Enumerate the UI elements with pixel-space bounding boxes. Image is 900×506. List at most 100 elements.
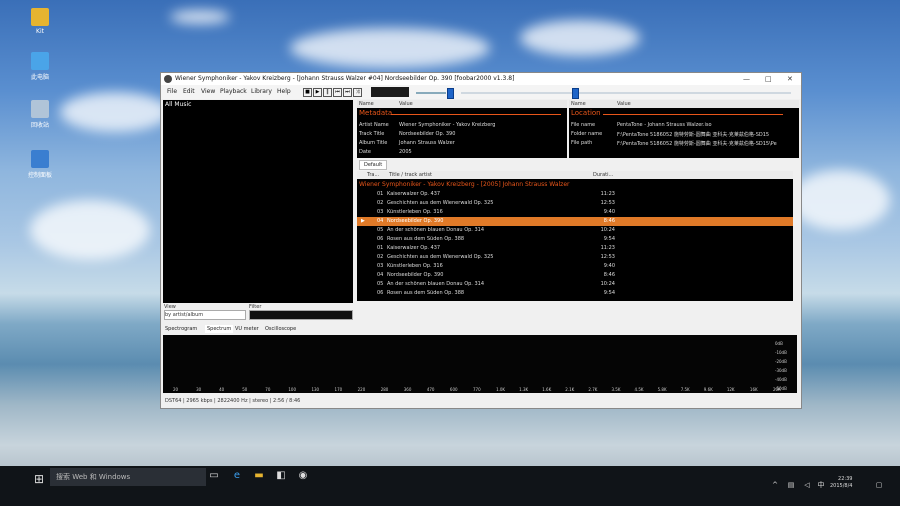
- playlist-row[interactable]: 06 Rosen aus dem Süden Op. 388 9:54: [357, 289, 793, 298]
- store-icon[interactable]: ◧: [274, 469, 288, 483]
- meta-value: 2005: [399, 149, 412, 155]
- tab-spectrogram[interactable]: Spectrogram: [165, 325, 197, 333]
- clock-date: 2015/8/4: [830, 483, 853, 489]
- desktop-icon-this-pc[interactable]: 此电脑: [24, 52, 56, 81]
- row-title: Nordseebilder Op. 390: [387, 272, 444, 278]
- frequency-tick: 7.5K: [680, 387, 690, 392]
- col-track-number[interactable]: Tra...: [367, 171, 379, 179]
- notification-icon[interactable]: ▢: [872, 478, 886, 492]
- tab-vu-meter[interactable]: VU meter: [235, 325, 259, 333]
- desktop-icon-label: 回收站: [30, 122, 49, 129]
- row-duration: 9:40: [603, 209, 615, 215]
- now-playing-icon: ▶: [361, 218, 365, 224]
- foobar2000-taskbar-icon[interactable]: ◉: [296, 469, 310, 483]
- previous-icon[interactable]: ⏮: [333, 88, 342, 97]
- row-num: 02: [377, 200, 384, 206]
- playlist-row[interactable]: 01 Kaiserwalzer Op. 437 11:23: [357, 244, 793, 253]
- row-title: Kaiserwalzer Op. 437: [387, 245, 441, 251]
- file-explorer-icon[interactable]: ▬: [252, 469, 266, 483]
- network-icon[interactable]: ▤: [784, 478, 798, 492]
- taskbar-search-box[interactable]: 搜索 Web 和 Windows: [50, 468, 206, 486]
- col-title[interactable]: Title / track artist: [389, 171, 432, 179]
- tab-spectrum[interactable]: Spectrum: [205, 325, 234, 333]
- row-num: 03: [377, 263, 384, 269]
- pause-icon[interactable]: ‖: [323, 88, 332, 97]
- maximize-button[interactable]: □: [765, 73, 772, 85]
- row-duration: 12:53: [600, 200, 615, 206]
- task-view-icon[interactable]: ▭: [207, 469, 221, 483]
- tab-default-playlist[interactable]: Default: [359, 160, 388, 170]
- playlist-view[interactable]: Tra... Title / track artist Durati... Wi…: [357, 171, 793, 301]
- desktop-icon-recycle-bin[interactable]: 回收站: [24, 100, 56, 129]
- desktop-icon-label: 控制面板: [27, 172, 52, 179]
- playlist-row[interactable]: 03 Künstlerleben Op. 316 9:40: [357, 208, 793, 217]
- tab-oscilloscope[interactable]: Oscilloscope: [265, 325, 296, 333]
- play-icon[interactable]: ▶: [313, 88, 322, 97]
- windows-start-icon[interactable]: ⊞: [34, 472, 44, 486]
- col-name: Name: [359, 101, 374, 107]
- row-title: Nordseebilder Op. 390: [387, 218, 444, 224]
- desktop-icon-kit[interactable]: Kit: [24, 8, 56, 35]
- row-title: An der schönen blauen Donau Op. 314: [387, 227, 485, 233]
- properties-metadata-panel: Name Value Metadata Artist Name Wiener S…: [357, 100, 567, 158]
- row-title: Künstlerleben Op. 316: [387, 209, 443, 215]
- col-duration[interactable]: Durati...: [593, 171, 613, 179]
- menu-edit[interactable]: Edit: [183, 88, 195, 95]
- input-method-icon[interactable]: 中: [814, 478, 828, 492]
- menu-help[interactable]: Help: [277, 88, 291, 95]
- foobar2000-window: Wiener Symphoniker - Yakov Kreizberg - […: [160, 72, 802, 409]
- loc-value: F:\PentaTone 5186052 施特劳斯-圆舞曲 亚科夫·克莱兹伯格-…: [617, 132, 770, 138]
- frequency-tick: 600: [449, 387, 458, 392]
- volume-slider[interactable]: [416, 92, 446, 94]
- menu-playback[interactable]: Playback: [220, 88, 247, 95]
- next-icon[interactable]: ⏭: [343, 88, 352, 97]
- menu-library[interactable]: Library: [251, 88, 272, 95]
- metadata-title: Metadata: [359, 109, 393, 117]
- playback-order-dropdown[interactable]: [371, 87, 409, 97]
- status-bar: DST64 | 2965 kbps | 2822400 Hz | stereo …: [161, 395, 801, 407]
- row-duration: 12:53: [600, 254, 615, 260]
- stop-icon[interactable]: ■: [303, 88, 312, 97]
- playlist-row[interactable]: 05 An der schönen blauen Donau Op. 314 10:…: [357, 226, 793, 235]
- loc-name: File name: [571, 122, 596, 128]
- loc-name: Folder name: [571, 131, 603, 137]
- playlist-row[interactable]: 02 Geschichten aus dem Wienerwald Op. 325…: [357, 199, 793, 208]
- filter-input[interactable]: [249, 310, 353, 320]
- location-divider: [603, 114, 783, 115]
- clock[interactable]: 22:39 2015/8/4: [830, 476, 852, 490]
- row-title: Kaiserwalzer Op. 437: [387, 191, 441, 197]
- menu-file[interactable]: File: [167, 88, 177, 95]
- view-select[interactable]: by artist/album: [164, 310, 246, 320]
- playlist-row[interactable]: 02 Geschichten aus dem Wienerwald Op. 325…: [357, 253, 793, 262]
- library-tree[interactable]: All Music: [163, 100, 353, 303]
- edge-icon[interactable]: e: [230, 469, 244, 483]
- meta-value: Wiener Symphoniker - Yakov Kreizberg: [399, 122, 496, 128]
- playlist-row[interactable]: 04 Nordseebilder Op. 390 8:46: [357, 271, 793, 280]
- desktop-icon-control-panel[interactable]: 控制面板: [24, 150, 56, 179]
- properties-header: Name Value: [357, 100, 567, 108]
- meta-name: Date: [359, 149, 371, 155]
- app-icon: [164, 75, 172, 83]
- tray-arrow-icon[interactable]: ^: [768, 478, 782, 492]
- row-title: Geschichten aus dem Wienerwald Op. 325: [387, 254, 494, 260]
- row-num: 05: [377, 227, 384, 233]
- volume-slider-thumb[interactable]: [447, 88, 454, 99]
- playlist-row[interactable]: ▶ 04 Nordseebilder Op. 390 8:46: [357, 217, 793, 226]
- playlist-row[interactable]: 03 Künstlerleben Op. 316 9:40: [357, 262, 793, 271]
- library-root-item[interactable]: All Music: [165, 101, 191, 108]
- location-header: Name Value: [569, 100, 799, 108]
- close-button[interactable]: ✕: [787, 73, 793, 85]
- playlist-row[interactable]: 01 Kaiserwalzer Op. 437 11:23: [357, 190, 793, 199]
- menu-view[interactable]: View: [201, 88, 215, 95]
- minimize-button[interactable]: —: [743, 73, 750, 85]
- playlist-header: Tra... Title / track artist Durati...: [357, 171, 793, 179]
- playlist-row[interactable]: 06 Rosen aus dem Süden Op. 388 9:54: [357, 235, 793, 244]
- row-num: 04: [377, 218, 384, 224]
- seek-bar[interactable]: [461, 92, 791, 94]
- random-icon[interactable]: ⤨: [353, 88, 362, 97]
- seek-bar-thumb[interactable]: [572, 88, 579, 99]
- title-bar[interactable]: Wiener Symphoniker - Yakov Kreizberg - […: [161, 73, 801, 85]
- volume-icon[interactable]: ◁: [800, 478, 814, 492]
- playlist-row[interactable]: 05 An der schönen blauen Donau Op. 314 10:…: [357, 280, 793, 289]
- db-tick: -30dB: [775, 368, 787, 373]
